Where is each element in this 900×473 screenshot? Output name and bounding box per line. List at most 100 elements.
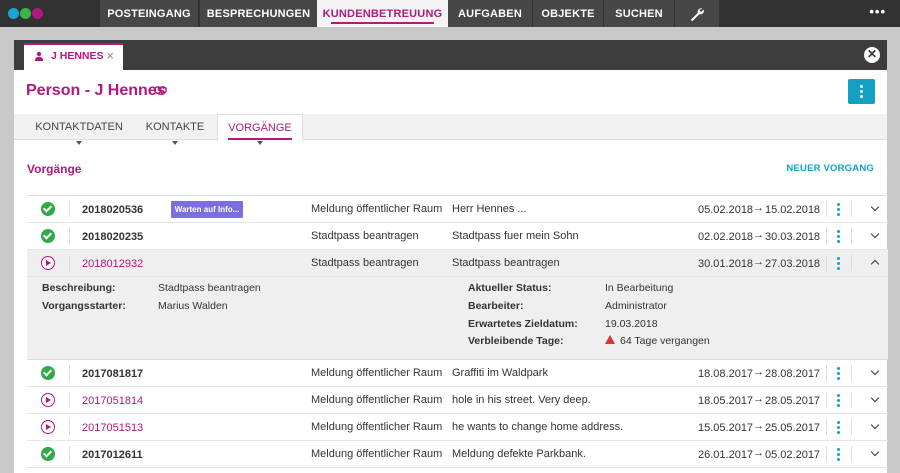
chevron-down-icon[interactable]	[870, 420, 880, 430]
detail-value: Administrator	[605, 300, 667, 312]
tab-label: J HENNES	[51, 50, 104, 62]
vorgang-number: 2017081817	[82, 368, 144, 380]
app-logo[interactable]	[8, 8, 64, 20]
start-date: 26.01.2017	[698, 449, 754, 461]
arrow-right-icon: →	[753, 447, 764, 459]
row-menu-icon[interactable]	[837, 421, 840, 434]
nav-kundenbetreuung[interactable]: KUNDENBETREUUNG	[317, 0, 448, 27]
table-row[interactable]: 2017081817 Meldung öffentlicher Raum Gra…	[27, 360, 888, 387]
end-date: 15.02.2018	[765, 204, 821, 216]
vorgang-category: Meldung öffentlicher Raum	[311, 203, 443, 215]
tab-kontakte[interactable]: KONTAKTE	[138, 114, 212, 145]
end-date: 28.08.2017	[765, 368, 821, 380]
table-row[interactable]: 2018020235 Stadtpass beantragen Stadtpas…	[27, 223, 888, 250]
end-date: 27.03.2018	[765, 258, 821, 270]
chevron-down-icon[interactable]	[870, 393, 880, 403]
end-date: 05.02.2017	[765, 449, 821, 461]
chevron-down-icon[interactable]	[870, 447, 880, 457]
chevron-down-icon[interactable]	[870, 366, 880, 376]
play-circle-icon	[41, 420, 55, 434]
vorgang-category: Meldung öffentlicher Raum	[311, 367, 443, 379]
chevron-up-icon[interactable]	[870, 259, 880, 269]
check-circle-icon	[41, 447, 55, 461]
new-vorgang-button[interactable]: NEUER VORGANG	[786, 163, 874, 174]
detail-value: In Bearbeitung	[605, 282, 674, 294]
nav-tools[interactable]	[675, 0, 719, 27]
vorgang-number-link[interactable]: 2017051513	[82, 422, 143, 434]
play-circle-icon	[41, 393, 55, 407]
vorgang-category: Meldung öffentlicher Raum	[311, 421, 443, 433]
table-row[interactable]: 2017012611 Meldung öffentlicher Raum Mel…	[27, 441, 888, 468]
nav-objekte[interactable]: OBJEKTE	[533, 0, 603, 27]
chevron-down-icon	[257, 141, 263, 145]
more-menu-button[interactable]: •••	[869, 0, 886, 27]
vorgang-category: Meldung öffentlicher Raum	[311, 394, 443, 406]
table-row[interactable]: 2017051513 Meldung öffentlicher Raum he …	[27, 414, 888, 441]
detail-label: Aktueller Status:	[468, 282, 552, 294]
nav-besprechungen[interactable]: BESPRECHUNGEN	[200, 0, 317, 27]
detail-value: 64 Tage vergangen	[620, 335, 710, 347]
nav-aufgaben[interactable]: AUFGABEN	[448, 0, 532, 27]
vorgang-category: Stadtpass beantragen	[311, 257, 419, 269]
start-date: 15.05.2017	[698, 422, 754, 434]
detail-label: Vorgangsstarter:	[42, 300, 126, 312]
vorgang-number-link[interactable]: 2017051814	[82, 395, 143, 407]
chevron-down-icon	[76, 141, 82, 145]
page-menu-button[interactable]	[848, 79, 875, 104]
warning-icon	[605, 335, 615, 344]
tab-kontaktdaten[interactable]: KONTAKTDATEN	[26, 114, 132, 145]
detail-value: 19.03.2018	[605, 318, 658, 330]
vorgang-detail-panel: Beschreibung: Stadtpass beantragen Vorga…	[27, 277, 888, 360]
nav-suchen[interactable]: SUCHEN	[604, 0, 674, 27]
tab-vorgaenge[interactable]: VORGÄNGE	[217, 114, 303, 145]
row-menu-icon[interactable]	[837, 230, 840, 243]
vorgang-description: Stadtpass fuer mein Sohn	[452, 230, 579, 242]
arrow-right-icon: →	[753, 256, 764, 268]
vorgang-description: Herr Hennes ...	[452, 203, 527, 215]
detail-label: Verbleibende Tage:	[468, 335, 564, 347]
table-row[interactable]: 2017051814 Meldung öffentlicher Raum hol…	[27, 387, 888, 414]
tab-person[interactable]: J HENNES ×	[24, 43, 123, 70]
start-date: 30.01.2018	[698, 258, 754, 270]
start-date: 05.02.2018	[698, 204, 754, 216]
subtab-label: VORGÄNGE	[228, 122, 292, 134]
section-title: Vorgänge	[27, 162, 82, 176]
detail-value: Stadtpass beantragen	[158, 282, 261, 294]
detail-label: Beschreibung:	[42, 282, 116, 294]
page-title: Person - J Hennes	[26, 82, 166, 99]
row-menu-icon[interactable]	[837, 257, 840, 270]
end-date: 28.05.2017	[765, 395, 821, 407]
subtab-label: KONTAKTE	[145, 121, 205, 133]
vorgang-number: 2018020235	[82, 231, 144, 243]
vorgang-description: Graffiti im Waldpark	[452, 367, 548, 379]
top-navigation: POSTEINGANG BESPRECHUNGEN KUNDENBETREUUN…	[0, 0, 900, 27]
tab-strip: J HENNES × ✕	[14, 40, 887, 70]
status-badge: Warten auf Info...	[171, 201, 243, 218]
row-menu-icon[interactable]	[837, 203, 840, 216]
wrench-icon	[691, 8, 704, 21]
row-menu-icon[interactable]	[837, 394, 840, 407]
vorgang-description: hole in his street. Very deep.	[452, 394, 591, 406]
chevron-down-icon[interactable]	[870, 202, 880, 212]
check-circle-icon	[41, 366, 55, 380]
chevron-down-icon[interactable]	[870, 229, 880, 239]
end-date: 30.03.2018	[765, 231, 821, 243]
link-icon[interactable]	[154, 86, 167, 94]
arrow-right-icon: →	[753, 366, 764, 378]
table-row[interactable]: 2018012932 Stadtpass beantragen Stadtpas…	[27, 250, 888, 277]
subtab-label: KONTAKTDATEN	[35, 121, 123, 133]
arrow-right-icon: →	[753, 393, 764, 405]
table-row[interactable]: 2018020536 Warten auf Info... Meldung öf…	[27, 196, 888, 223]
close-panel-icon[interactable]: ✕	[864, 47, 880, 63]
nav-posteingang[interactable]: POSTEINGANG	[100, 0, 198, 27]
person-icon	[34, 51, 44, 61]
row-menu-icon[interactable]	[837, 367, 840, 380]
detail-value: Marius Walden	[158, 300, 228, 312]
detail-label: Erwartetes Zieldatum:	[468, 318, 578, 330]
arrow-right-icon: →	[753, 420, 764, 432]
tab-close-icon[interactable]: ×	[106, 49, 114, 62]
row-menu-icon[interactable]	[837, 448, 840, 461]
vorgang-number-link[interactable]: 2018012932	[82, 258, 143, 270]
start-date: 02.02.2018	[698, 231, 754, 243]
start-date: 18.08.2017	[698, 368, 754, 380]
